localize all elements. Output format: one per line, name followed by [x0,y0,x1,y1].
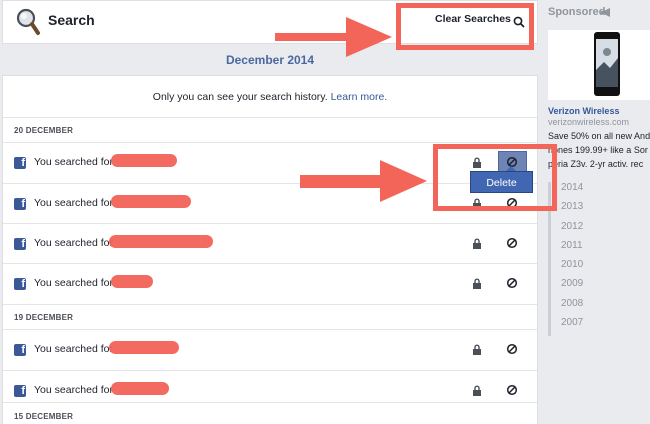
ad-line: peria Z3v. 2-yr activ. rec [548,159,644,169]
ad-line: Save 50% on all new Andr [548,131,650,141]
ad-body: Save 50% on all new Andr hones 199.99+ l… [548,129,650,171]
facebook-icon: f [14,238,26,250]
year-link[interactable]: 2012 [561,221,583,240]
divider [3,304,537,305]
facebook-icon: f [14,157,26,169]
hide-icon[interactable] [506,343,518,355]
hide-icon[interactable] [506,237,518,249]
divider [3,402,537,403]
row-text: You searched for [34,156,114,168]
day-label: 19 DECEMBER [14,313,74,322]
redaction-mark [111,154,177,167]
phone-image [594,32,620,96]
hide-icon[interactable] [506,277,518,289]
year-link[interactable]: 2013 [561,201,583,220]
page-title: Search [48,12,95,28]
facebook-icon: f [14,278,26,290]
row-text: You searched for [34,277,114,289]
row-text: You searched for [34,237,114,249]
redaction-mark [109,235,213,248]
year-link[interactable]: 2008 [561,298,583,317]
ad-line: hones 199.99+ like a Sor [548,145,648,155]
year-link[interactable]: 2007 [561,317,583,336]
learn-more-link[interactable]: Learn more. [331,91,388,103]
divider [3,117,537,118]
year-link[interactable]: 2010 [561,259,583,278]
privacy-text: Only you can see your search history. [152,91,328,103]
search-history-row: f You searched for [3,264,537,304]
day-label: 15 DECEMBER [14,412,74,421]
search-history-main: Search Clear Searches December 2014 Only… [0,0,540,424]
lock-icon [473,278,481,289]
redaction-mark [111,382,169,395]
redaction-mark [111,195,191,208]
ad-image[interactable] [548,30,650,100]
annotation-box [433,144,557,211]
magnifier-icon [16,8,40,35]
right-rail: Sponsored Verizon Wireless verizonwirele… [543,0,650,424]
search-history-row: f You searched for [3,330,537,370]
ad-title[interactable]: Verizon Wireless [548,106,619,116]
facebook-icon: f [14,385,26,397]
megaphone-icon[interactable] [600,7,614,18]
redaction-mark [109,341,179,354]
annotation-box [396,3,534,50]
search-history-row: f You searched for [3,224,537,264]
facebook-icon: f [14,198,26,210]
redaction-mark [111,275,153,288]
hide-icon[interactable] [506,384,518,396]
year-link[interactable]: 2014 [561,182,583,201]
facebook-icon: f [14,344,26,356]
search-history-card: Only you can see your search history. Le… [2,75,538,424]
row-text: You searched for [34,384,114,396]
year-link[interactable]: 2009 [561,278,583,297]
lock-icon [473,238,481,249]
year-link[interactable]: 2011 [561,240,583,259]
privacy-note: Only you can see your search history. Le… [3,91,537,103]
row-text: You searched for [34,343,114,355]
day-label: 20 DECEMBER [14,126,74,135]
lock-icon [473,385,481,396]
lock-icon [473,344,481,355]
search-history-row: f You searched for [3,371,537,411]
ad-url[interactable]: verizonwireless.com [548,117,629,127]
row-text: You searched for [34,197,114,209]
month-heading: December 2014 [225,53,315,67]
sponsored-heading: Sponsored [548,6,606,18]
